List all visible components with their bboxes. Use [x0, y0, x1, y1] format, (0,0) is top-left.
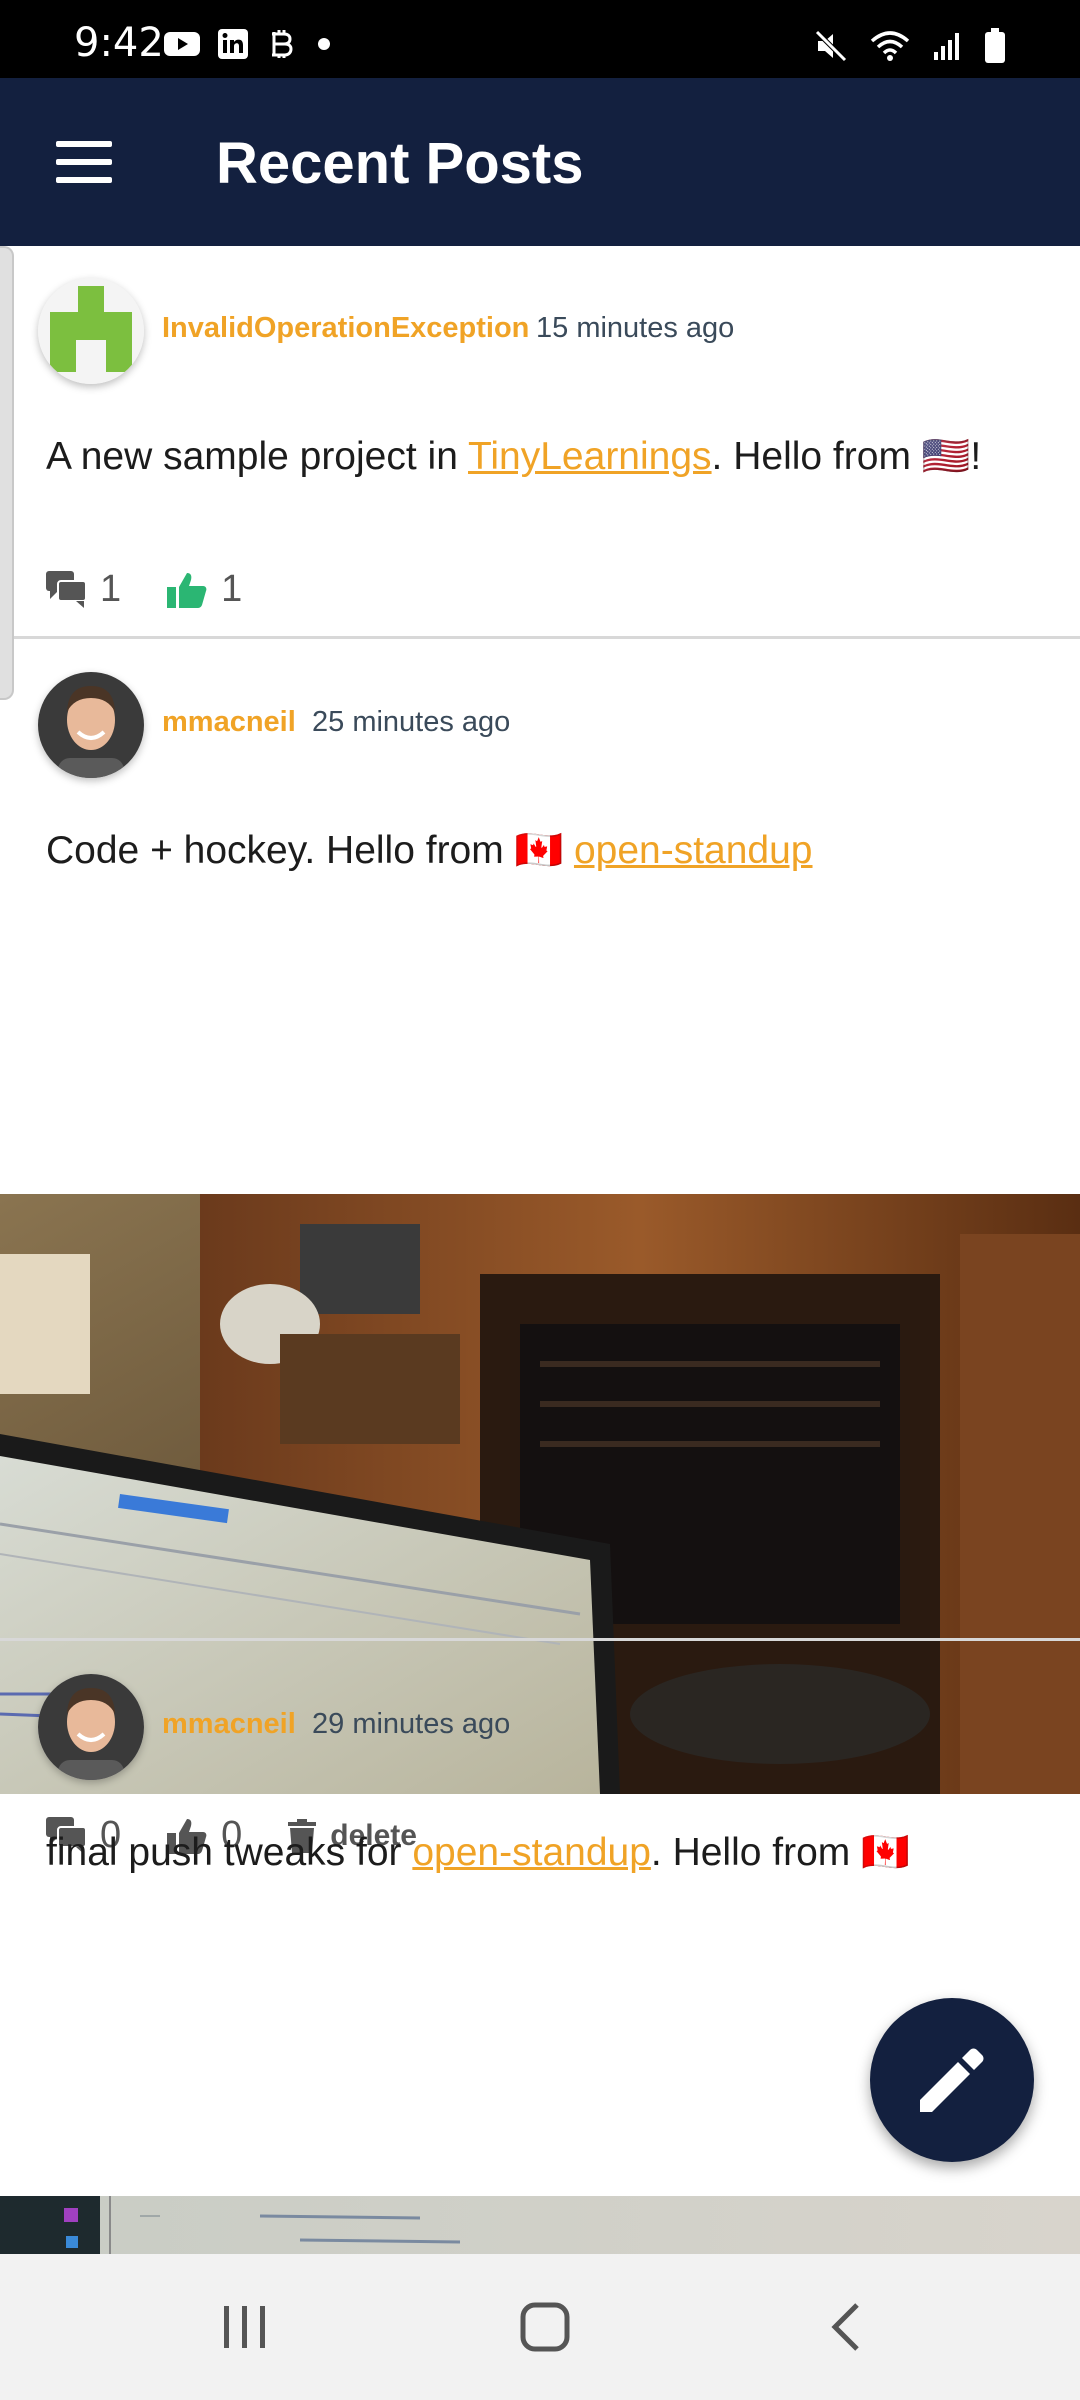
post-text-before: final push tweaks for	[46, 1831, 413, 1874]
post-text-after: . Hello from 🇨🇦	[650, 1831, 910, 1874]
status-right-icons	[814, 28, 1006, 64]
page-title: Recent Posts	[216, 131, 584, 196]
post-image[interactable]	[0, 2196, 1080, 2254]
post-author[interactable]: mmacneil	[162, 1708, 296, 1741]
post-link[interactable]: TinyLearnings	[468, 435, 712, 478]
status-left-icons	[164, 28, 334, 60]
comment-count: 1	[100, 568, 122, 610]
dot-icon	[318, 38, 330, 50]
battery-icon	[985, 28, 1005, 63]
avatar[interactable]	[38, 278, 144, 384]
post-text: A new sample project in TinyLearnings. H…	[46, 430, 1026, 484]
post-link[interactable]: open-standup	[574, 829, 813, 872]
post-text: final push tweaks for open-standup. Hell…	[46, 1826, 1026, 1880]
comment-button[interactable]: 1	[46, 568, 121, 611]
hamburger-menu-icon[interactable]	[40, 122, 128, 202]
back-icon[interactable]	[802, 2294, 892, 2360]
pencil-icon	[920, 2048, 984, 2112]
new-post-button[interactable]	[870, 1998, 1034, 2162]
youtube-icon	[164, 32, 200, 56]
post-time: 25 minutes ago	[312, 706, 511, 738]
comment-icon	[46, 570, 86, 608]
app-bar: Recent Posts	[0, 78, 1080, 246]
like-button[interactable]: 1	[167, 568, 242, 611]
recent-apps-icon[interactable]	[200, 2294, 290, 2360]
mute-icon	[815, 30, 847, 62]
signal-icon	[934, 33, 959, 60]
post-text: Code + hockey. Hello from 🇨🇦 open-standu…	[46, 824, 1026, 878]
linkedin-icon	[218, 29, 248, 59]
post-author[interactable]: InvalidOperationException	[162, 312, 529, 345]
post-text-before: Code + hockey. Hello from 🇨🇦	[46, 829, 574, 872]
post-text-before: A new sample project in	[46, 435, 469, 478]
posts-feed[interactable]: InvalidOperationException 15 minutes ago…	[0, 246, 1080, 2254]
avatar[interactable]	[38, 672, 144, 778]
wifi-icon	[870, 31, 910, 61]
post-text-after: . Hello from 🇺🇸!	[711, 435, 982, 478]
post-card: mmacneil 29 minutes ago final push tweak…	[0, 1642, 1080, 2254]
post-link[interactable]: open-standup	[412, 1831, 651, 1874]
bitcoin-icon	[272, 30, 293, 58]
post-card: mmacneil 25 minutes ago Code + hockey. H…	[0, 640, 1080, 1856]
avatar[interactable]	[38, 1674, 144, 1780]
like-count: 1	[221, 568, 243, 610]
post-actions: 1 1	[46, 568, 288, 611]
scrollbar[interactable]	[0, 246, 14, 700]
post-time: 29 minutes ago	[312, 1708, 511, 1740]
divider	[0, 636, 1080, 639]
post-author[interactable]: mmacneil	[162, 706, 296, 739]
status-bar: 9:42	[0, 0, 1080, 78]
divider	[0, 1638, 1080, 1641]
status-time: 9:42	[74, 20, 164, 66]
thumbs-up-icon	[167, 572, 207, 608]
system-nav-bar	[0, 2254, 1080, 2400]
post-time: 15 minutes ago	[536, 312, 735, 344]
home-icon[interactable]	[500, 2294, 590, 2360]
post-card: InvalidOperationException 15 minutes ago…	[0, 246, 1080, 640]
